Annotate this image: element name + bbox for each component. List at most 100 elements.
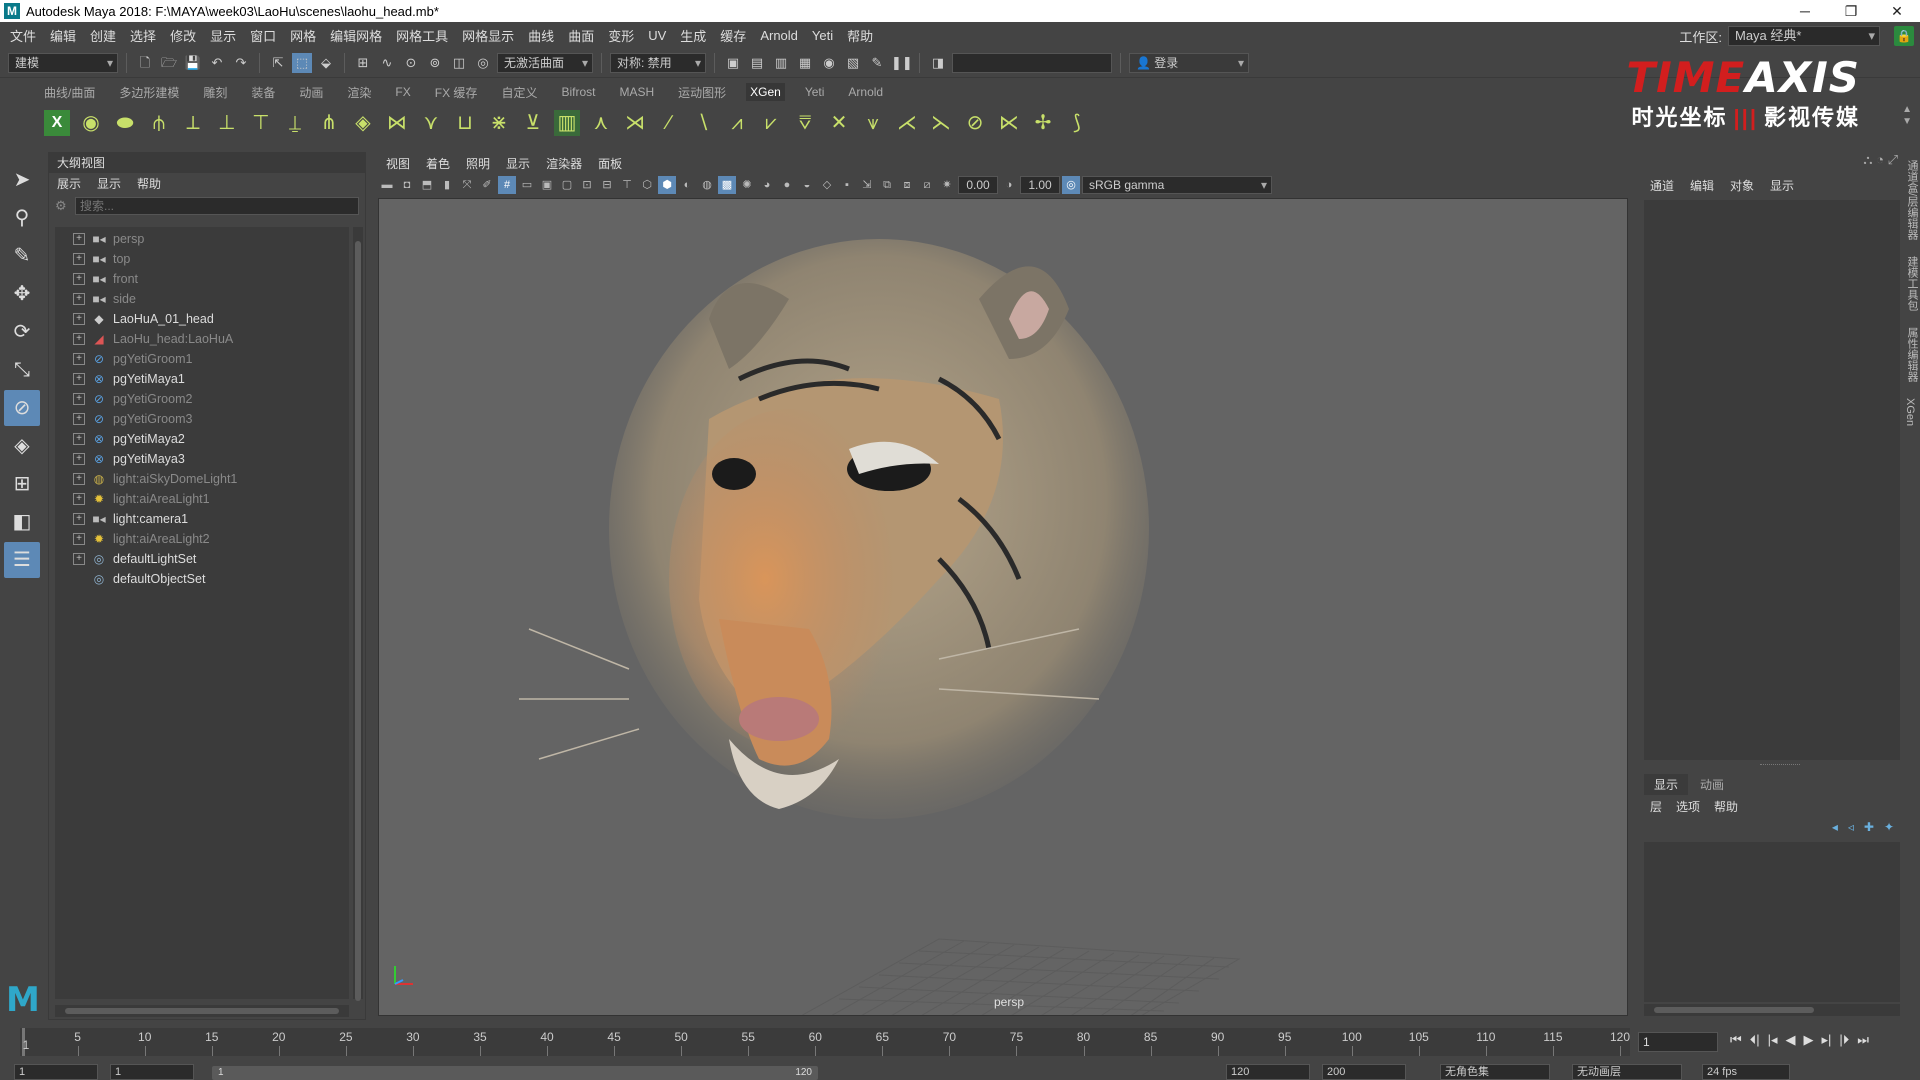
expand-icon[interactable]: + [73, 353, 85, 365]
xray-joints-icon[interactable]: ⧄ [918, 176, 936, 194]
menu-item[interactable]: 创建 [90, 26, 116, 45]
layer-menu-item[interactable]: 帮助 [1714, 798, 1738, 815]
make-live-icon[interactable]: ◎ [473, 53, 493, 73]
expand-icon[interactable]: + [73, 373, 85, 385]
outliner-item[interactable]: + ■◂ side [55, 289, 349, 309]
menu-item[interactable]: 编辑 [50, 26, 76, 45]
render-settings-icon[interactable]: ▦ [795, 53, 815, 73]
image-plane-icon[interactable]: ▮ [438, 176, 456, 194]
step-back-frame-icon[interactable]: |◂ [1768, 1032, 1778, 1048]
groom-width-icon[interactable]: ⩛ [860, 110, 886, 136]
groom-clump-icon[interactable]: ⊻ [520, 110, 546, 136]
panel-divider-handle[interactable] [1760, 764, 1800, 768]
menu-item[interactable]: 编辑网格 [330, 26, 382, 45]
sidebar-toggle-icon[interactable]: ◨ [928, 53, 948, 73]
channel-box-menu-item[interactable]: 通道 [1650, 177, 1674, 194]
groom-sculpt-icon[interactable]: ⋋ [928, 110, 954, 136]
restore-icon[interactable]: ❐ [1828, 0, 1874, 22]
outliner-item[interactable]: + ⊘ pgYetiGroom3 [55, 409, 349, 429]
close-icon[interactable]: ✕ [1874, 0, 1920, 22]
snap-grid-icon[interactable]: ⊞ [353, 53, 373, 73]
shelf-tab[interactable]: Yeti [801, 83, 829, 101]
layer-tab[interactable]: 动画 [1690, 774, 1734, 795]
redo-icon[interactable]: ↷ [231, 53, 251, 73]
lock-guides-icon[interactable]: ⍊ [282, 110, 308, 136]
expand-icon[interactable]: + [73, 533, 85, 545]
menu-item[interactable]: 曲面 [568, 26, 594, 45]
outliner-vertical-scrollbar[interactable] [353, 227, 363, 1001]
menu-item[interactable]: 曲线 [528, 26, 554, 45]
camera-attributes-icon[interactable]: ◘ [398, 176, 416, 194]
groom-puff-icon[interactable]: ⩢ [792, 110, 818, 136]
step-back-key-icon[interactable]: ⏴| [1750, 1032, 1760, 1048]
menu-item[interactable]: 缓存 [720, 26, 746, 45]
add-guides-icon[interactable]: ⫛ [146, 110, 172, 136]
shelf-tab[interactable]: FX [391, 83, 414, 101]
side-tab[interactable]: 通道盒/层编辑器 [1904, 160, 1920, 240]
menu-item[interactable]: 变形 [608, 26, 634, 45]
groom-twist-icon[interactable]: ⩘ [724, 110, 750, 136]
view-transform-dropdown[interactable]: sRGB gamma [1082, 176, 1272, 194]
move-layer-up-icon[interactable]: ◂ [1832, 820, 1838, 834]
expand-icon[interactable]: + [73, 513, 85, 525]
channel-box-menu-item[interactable]: 对象 [1730, 177, 1754, 194]
outliner-item[interactable]: + ◍ light:aiSkyDomeLight1 [55, 469, 349, 489]
layer-menu-item[interactable]: 选项 [1676, 798, 1700, 815]
symmetry-dropdown[interactable]: 对称: 禁用 [610, 52, 706, 73]
go-to-end-icon[interactable]: ⏭ [1857, 1032, 1869, 1048]
gate-mask-icon[interactable]: ▢ [558, 176, 576, 194]
arnold-tools-icon[interactable]: ✎ [867, 53, 887, 73]
select-tool-icon[interactable]: ➤ [4, 162, 40, 198]
expand-icon[interactable]: ⤢ [1888, 152, 1898, 167]
undo-icon[interactable]: ↶ [207, 53, 227, 73]
groom-mirror-icon[interactable]: ⊘ [962, 110, 988, 136]
playback-end-field[interactable]: 120 [1226, 1064, 1310, 1080]
viewport-menu-item[interactable]: 照明 [466, 155, 490, 172]
manipulator-icon[interactable]: ⛬ [1863, 152, 1872, 167]
playback-start-field[interactable]: 1 [110, 1064, 194, 1080]
input-line-field[interactable] [952, 52, 1112, 73]
shelf-tab[interactable]: MASH [615, 83, 658, 101]
outliner-item[interactable]: + ✹ light:aiAreaLight2 [55, 529, 349, 549]
shelf-tab[interactable]: 渲染 [343, 82, 375, 103]
single-perspective-layout-icon[interactable]: ◈ [4, 428, 40, 464]
expand-icon[interactable]: + [73, 433, 85, 445]
channel-box-menu-item[interactable]: 显示 [1770, 177, 1794, 194]
animation-end-field[interactable]: 200 [1322, 1064, 1406, 1080]
expand-icon[interactable]: + [73, 253, 85, 265]
groom-comb-icon[interactable]: ⋎ [418, 110, 444, 136]
use-lights-icon[interactable]: ✺ [738, 176, 756, 194]
time-ruler[interactable]: 1 5 10 15 20 25 30 35 40 45 50 55 60 65 70 75 80 85 90 95 1… [20, 1028, 1630, 1056]
add-guide-icon[interactable]: ⊥ [214, 110, 240, 136]
scrollbar-thumb[interactable] [65, 1008, 339, 1014]
outliner-item[interactable]: + ■◂ front [55, 269, 349, 289]
workspace-dropdown[interactable]: Maya 经典* [1728, 26, 1880, 46]
expand-icon[interactable]: + [73, 453, 85, 465]
outliner-item[interactable]: + ✹ light:aiAreaLight1 [55, 489, 349, 509]
menu-item[interactable]: 窗口 [250, 26, 276, 45]
depth-of-field-icon[interactable]: ▪ [838, 176, 856, 194]
persp-outliner-layout-icon[interactable]: ◧ [4, 504, 40, 540]
select-object-icon[interactable]: ⬚ [292, 52, 312, 73]
expand-icon[interactable]: + [73, 333, 85, 345]
shelf-tab[interactable]: 自定义 [497, 82, 541, 103]
snap-point-icon[interactable]: ⊙ [401, 53, 421, 73]
xray-active-icon[interactable]: ⧈ [898, 176, 916, 194]
scale-tool-icon[interactable]: ⤡ [4, 352, 40, 388]
expand-icon[interactable]: + [73, 553, 85, 565]
select-component-icon[interactable]: ⬙ [316, 53, 336, 73]
outliner-menu-item[interactable]: 显示 [97, 175, 121, 192]
snap-projected-center-icon[interactable]: ⊚ [425, 53, 445, 73]
groom-part-icon[interactable]: ∖ [690, 110, 716, 136]
ipr-render-icon[interactable]: ▥ [771, 53, 791, 73]
menu-item[interactable]: 生成 [680, 26, 706, 45]
viewport-menu-item[interactable]: 面板 [598, 155, 622, 172]
play-backwards-icon[interactable]: ◀ [1786, 1032, 1796, 1048]
safe-action-icon[interactable]: ⊟ [598, 176, 616, 194]
wireframe-on-shaded-icon[interactable]: ◍ [698, 176, 716, 194]
shelf-tab[interactable]: 雕刻 [199, 82, 231, 103]
select-hierarchy-icon[interactable]: ⇱ [268, 53, 288, 73]
outliner-item[interactable]: ◎ defaultObjectSet [55, 569, 349, 589]
xgen-groom-tool-icon[interactable]: ⊘ [4, 390, 40, 426]
open-scene-icon[interactable]: 🗁 [159, 53, 179, 73]
